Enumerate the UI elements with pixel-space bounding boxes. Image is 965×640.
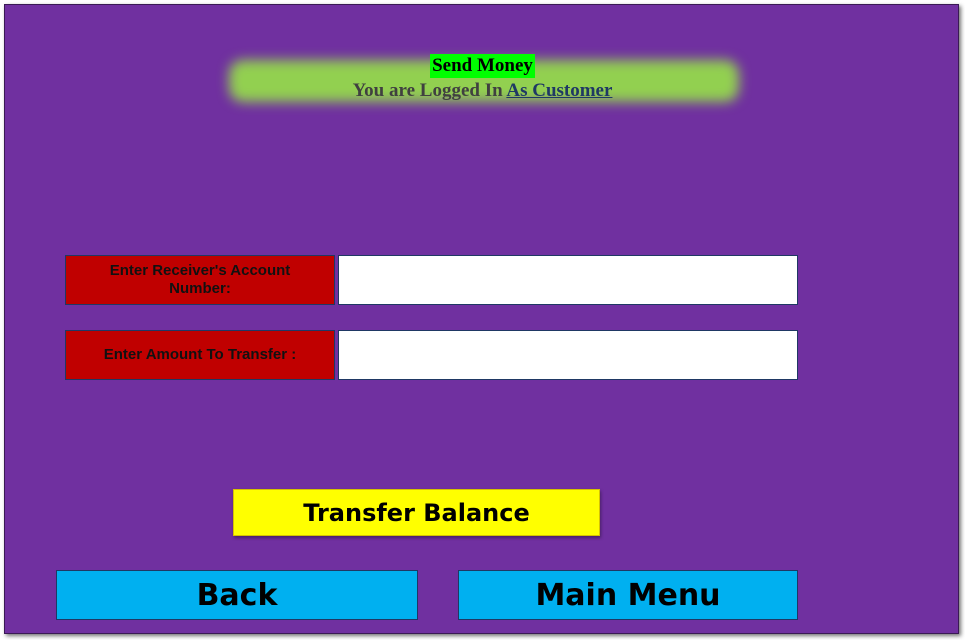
amount-label-text: Enter Amount To Transfer : bbox=[103, 346, 297, 363]
receiver-account-label-text: Enter Receiver's Account Number: bbox=[109, 262, 291, 297]
receiver-account-input[interactable] bbox=[338, 255, 798, 305]
login-status-prefix: You are Logged In bbox=[352, 80, 503, 101]
receiver-account-label: Enter Receiver's Account Number: bbox=[65, 255, 335, 305]
amount-input[interactable] bbox=[338, 330, 798, 380]
app-window: Send Money You are Logged In As Customer… bbox=[4, 4, 959, 634]
back-button[interactable]: Back bbox=[56, 570, 418, 620]
page-title: Send Money bbox=[430, 54, 535, 78]
customer-role-link[interactable]: As Customer bbox=[506, 80, 612, 101]
transfer-balance-button[interactable]: Transfer Balance bbox=[233, 489, 600, 536]
login-status: You are Logged In As Customer bbox=[205, 79, 760, 103]
amount-label: Enter Amount To Transfer : bbox=[65, 330, 335, 380]
main-menu-button[interactable]: Main Menu bbox=[458, 570, 798, 620]
header: Send Money You are Logged In As Customer bbox=[205, 54, 760, 103]
